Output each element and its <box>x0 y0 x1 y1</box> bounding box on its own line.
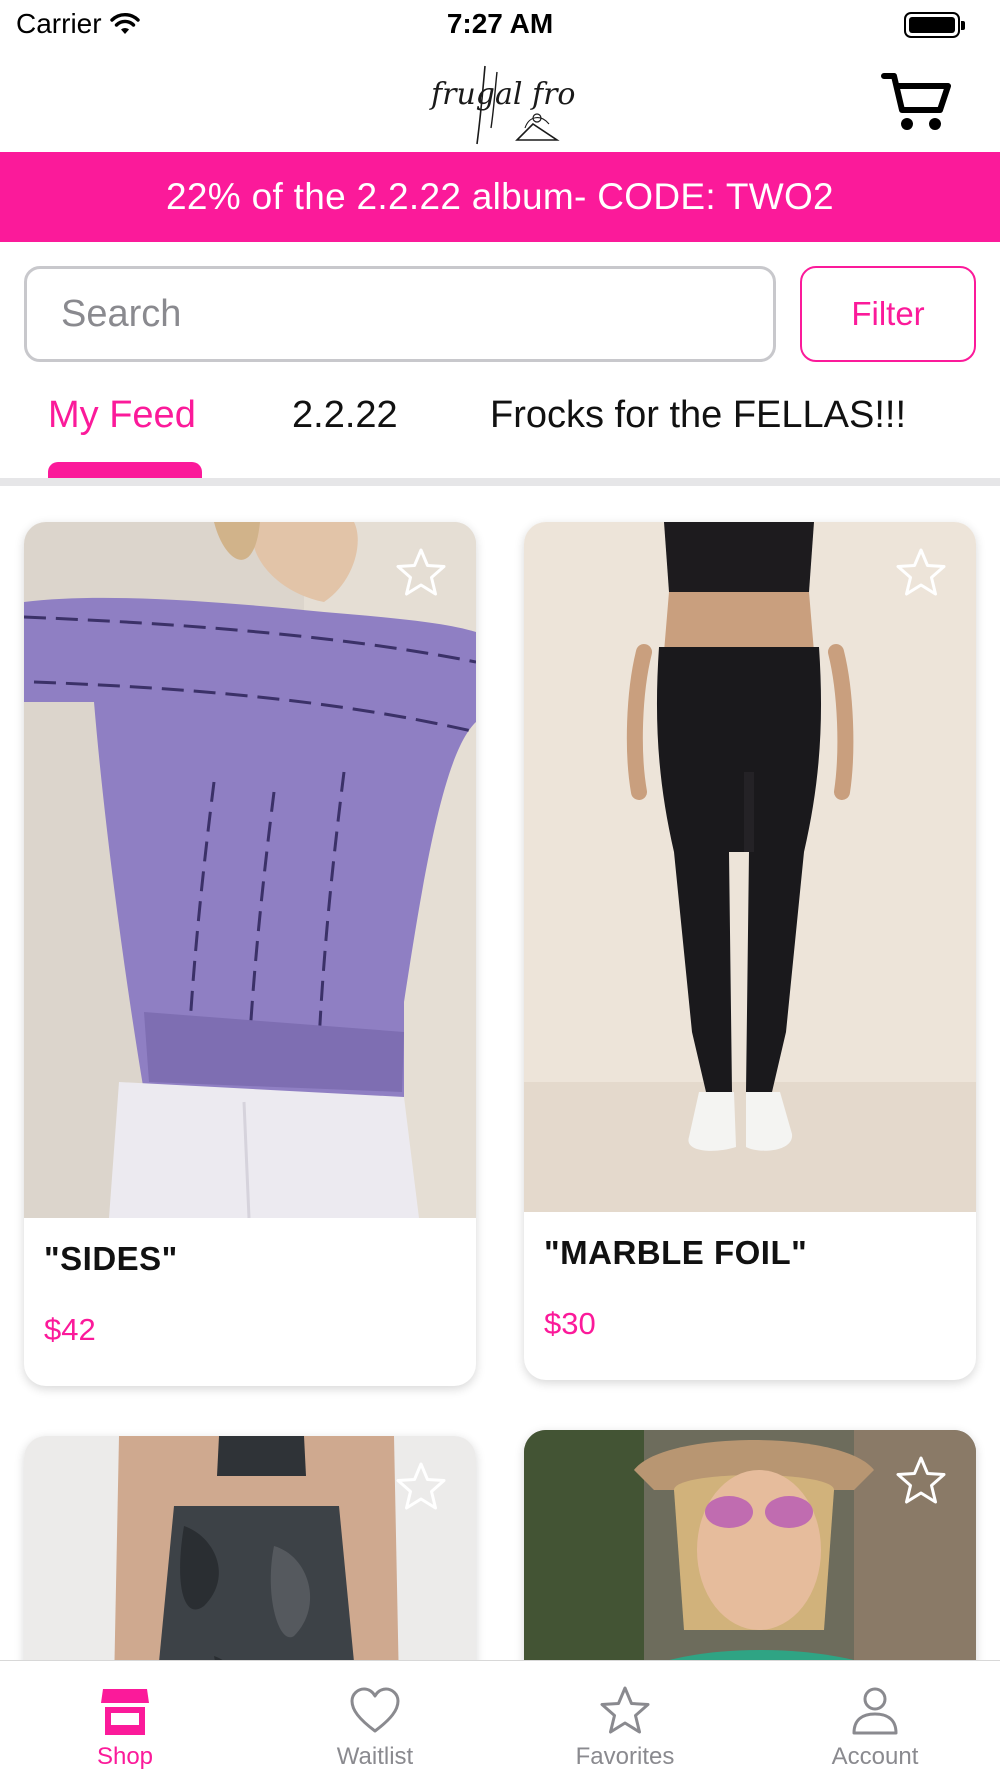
brand-logo[interactable]: frugal frocks <box>425 58 575 146</box>
cart-icon[interactable] <box>880 70 952 134</box>
tab-favorites-label: Favorites <box>575 1743 675 1770</box>
tab-2-2-22[interactable]: 2.2.22 <box>292 394 398 437</box>
product-card[interactable]: "SIDES" $42 <box>24 522 476 1386</box>
product-photo-black-leggings <box>524 522 976 1212</box>
product-photo-purple-sweater <box>24 522 476 1218</box>
tab-waitlist-label: Waitlist <box>336 1743 414 1770</box>
status-bar: Carrier 7:27 AM <box>0 0 1000 50</box>
tab-account-label: Account <box>831 1743 919 1770</box>
battery-icon <box>904 12 965 38</box>
tab-favorites[interactable]: Favorites <box>500 1661 750 1778</box>
tab-my-feed[interactable]: My Feed <box>48 394 196 437</box>
bottom-tab-bar: Shop Waitlist Favorites Account <box>0 1660 1000 1778</box>
product-name: "MARBLE FOIL" <box>544 1234 808 1271</box>
favorite-star-icon[interactable] <box>394 1460 448 1514</box>
category-tabs: My Feed 2.2.22 Frocks for the FELLAS!!! <box>0 386 1000 486</box>
store-icon <box>101 1689 149 1735</box>
favorite-star-icon[interactable] <box>894 546 948 600</box>
tabs-divider <box>0 478 1000 486</box>
status-time: 7:27 AM <box>446 8 554 39</box>
tab-shop[interactable]: Shop <box>0 1661 250 1778</box>
search-input[interactable] <box>61 292 739 336</box>
tab-shop-label: Shop <box>96 1743 154 1770</box>
search-field[interactable] <box>24 266 776 362</box>
nav-bar: frugal frocks <box>0 50 1000 152</box>
filter-button[interactable]: Filter <box>800 266 976 362</box>
person-icon <box>852 1687 898 1735</box>
favorite-star-icon[interactable] <box>894 1454 948 1508</box>
tab-frocks-for-the-fellas[interactable]: Frocks for the FELLAS!!! <box>490 394 906 437</box>
product-card[interactable]: "MARBLE FOIL" $30 <box>524 522 976 1380</box>
product-price: $30 <box>544 1306 596 1341</box>
heart-icon <box>350 1687 400 1733</box>
star-icon <box>600 1686 650 1734</box>
tab-waitlist[interactable]: Waitlist <box>250 1661 500 1778</box>
favorite-star-icon[interactable] <box>394 546 448 600</box>
tab-account[interactable]: Account <box>750 1661 1000 1778</box>
active-tab-indicator <box>48 462 202 478</box>
brand-logo-text: frugal frocks <box>429 77 575 112</box>
product-name: "SIDES" <box>44 1240 178 1277</box>
promo-banner[interactable]: 22% of the 2.2.22 album- CODE: TWO2 <box>0 152 1000 242</box>
product-price: $42 <box>44 1312 96 1347</box>
